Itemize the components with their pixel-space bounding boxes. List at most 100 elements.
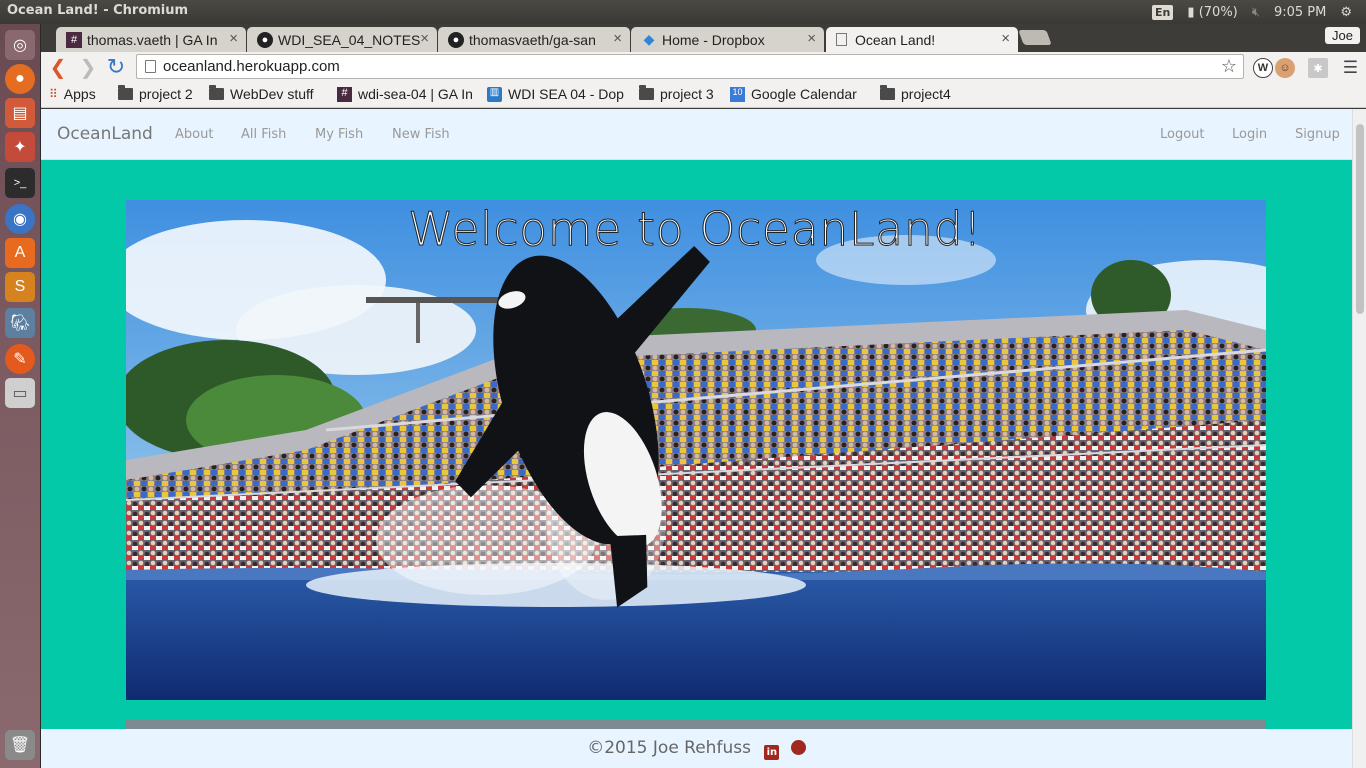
volume-icon[interactable]: 🔇︎ — [1252, 5, 1260, 20]
site-brand[interactable]: OceanLand — [57, 124, 153, 144]
forward-button[interactable]: ❯ — [75, 54, 101, 80]
close-icon[interactable]: × — [613, 30, 622, 47]
unity-launcher: ◎ ● ▤ ✦ >_ ◉ A S 🐘︎ ✎ ▭ 🗑︎ — [0, 24, 41, 768]
apps-icon: ⠿ — [49, 87, 58, 101]
postgres-icon[interactable]: 🐘︎ — [5, 308, 35, 338]
drive-icon[interactable]: ▭ — [5, 378, 35, 408]
tab-label: WDI_SEA_04_NOTES — [278, 31, 421, 48]
nav-all-fish[interactable]: All Fish — [241, 127, 286, 142]
tab-github-notes[interactable]: ● WDI_SEA_04_NOTES × — [247, 27, 437, 52]
gear-icon[interactable]: ⚙ — [1340, 5, 1352, 20]
chromium-icon[interactable]: ◉ — [5, 204, 35, 234]
tab-github-ga[interactable]: ● thomasvaeth/ga-san × — [438, 27, 630, 52]
folder-icon — [209, 85, 224, 100]
bookmark-label: project 2 — [139, 86, 193, 102]
nav-logout[interactable]: Logout — [1160, 127, 1205, 142]
page-scrollbar[interactable] — [1352, 109, 1366, 768]
footer-copyright: ©2015 Joe Rehfuss — [587, 738, 751, 758]
bookmark-project-3[interactable]: project 3 — [639, 85, 714, 102]
calendar-icon: 10 — [730, 86, 745, 102]
hero-title-text: Welcome to OceanLand! — [407, 202, 983, 257]
wordpress-extension-icon[interactable]: W — [1253, 58, 1273, 78]
bookmark-label: Apps — [63, 86, 96, 102]
bookmark-wdi-trello[interactable]: ▥ WDI SEA 04 - Dop — [487, 86, 624, 102]
keyboard-layout-indicator[interactable]: En — [1152, 4, 1174, 20]
web-page: OceanLand About All Fish My Fish New Fis… — [41, 109, 1366, 768]
battery-indicator[interactable]: ▮ (70%) — [1187, 5, 1237, 20]
nav-login[interactable]: Login — [1232, 127, 1267, 142]
trello-icon: ▥ — [487, 86, 502, 102]
bookmark-label: Google Calendar — [751, 86, 857, 102]
bookmark-apps[interactable]: ⠿ Apps — [49, 86, 96, 102]
page-icon — [145, 60, 156, 73]
close-icon[interactable]: × — [229, 30, 238, 47]
avatar-extension-icon[interactable]: ☺ — [1275, 58, 1295, 78]
tab-label: Ocean Land! — [855, 31, 936, 48]
close-icon[interactable]: × — [807, 30, 816, 47]
bookmark-label: project4 — [901, 86, 951, 102]
close-icon[interactable]: × — [1001, 30, 1010, 47]
os-top-panel: Ocean Land! - Chromium En ▮ (70%) 🔇︎ 9:0… — [0, 0, 1366, 24]
github-icon: ● — [448, 31, 464, 48]
bookmark-webdev-stuff[interactable]: WebDev stuff — [209, 85, 314, 102]
new-tab-button[interactable] — [1018, 30, 1052, 45]
terminal-icon[interactable]: >_ — [5, 168, 35, 198]
bookmark-project4[interactable]: project4 — [880, 85, 951, 102]
hero-title: Welcome to OceanLand! — [126, 200, 1266, 257]
menu-icon[interactable]: ☰ — [1343, 58, 1358, 78]
browser-toolbar: ❮ ❯ ↻ oceanland.herokuapp.com ☆ W ☺ ✱ ☰ — [41, 52, 1366, 82]
folder-icon — [880, 85, 895, 100]
profile-button[interactable]: Joe — [1325, 27, 1360, 44]
bookmark-star-icon[interactable]: ☆ — [1221, 55, 1237, 78]
dash-icon[interactable]: ◎ — [5, 30, 35, 60]
clock[interactable]: 9:05 PM — [1274, 5, 1326, 20]
scrollbar-thumb[interactable] — [1356, 124, 1364, 314]
nav-my-fish[interactable]: My Fish — [315, 127, 363, 142]
folder-icon — [639, 85, 654, 100]
tab-label: Home - Dropbox — [662, 31, 765, 48]
dropbox-icon: ◆ — [643, 31, 655, 47]
bookmark-label: WebDev stuff — [230, 86, 314, 102]
linkedin-icon[interactable]: in — [764, 745, 780, 760]
battery-text: (70%) — [1198, 4, 1238, 20]
orca-stadium-photo — [126, 200, 1266, 700]
hero-image: Welcome to OceanLand! — [126, 200, 1266, 700]
tab-dropbox[interactable]: ◆ Home - Dropbox × — [631, 27, 824, 52]
tab-strip: # thomas.vaeth | GA In × ● WDI_SEA_04_NO… — [41, 24, 1366, 52]
tools-icon[interactable]: ✎ — [5, 344, 35, 374]
sublime-icon[interactable]: S — [5, 272, 35, 302]
battery-icon: ▮ — [1187, 4, 1195, 20]
site-footer: ©2015 Joe Rehfuss in — [41, 729, 1352, 768]
bookmark-label: project 3 — [660, 86, 714, 102]
bookmark-label: WDI SEA 04 - Dop — [508, 86, 624, 102]
trash-icon[interactable]: 🗑︎ — [5, 730, 35, 760]
page-icon — [836, 33, 847, 46]
slack-icon: # — [337, 86, 352, 102]
firefox-icon[interactable]: ● — [5, 64, 35, 94]
close-icon[interactable]: × — [420, 30, 429, 47]
back-button[interactable]: ❮ — [45, 54, 71, 80]
tab-label: thomasvaeth/ga-san — [469, 31, 596, 48]
nav-about[interactable]: About — [175, 127, 213, 142]
folder-icon — [118, 85, 133, 100]
address-bar[interactable]: oceanland.herokuapp.com ☆ — [136, 54, 1244, 79]
bookmark-label: wdi-sea-04 | GA In — [358, 86, 473, 102]
extension-icon[interactable]: ✱ — [1308, 58, 1328, 78]
bookmark-project-2[interactable]: project 2 — [118, 85, 193, 102]
url-text: oceanland.herokuapp.com — [163, 58, 340, 75]
window-title: Ocean Land! - Chromium — [7, 3, 189, 18]
reload-button[interactable]: ↻ — [103, 54, 129, 80]
settings-icon[interactable]: ✦ — [5, 132, 35, 162]
software-center-icon[interactable]: A — [5, 238, 35, 268]
tab-slack[interactable]: # thomas.vaeth | GA In × — [56, 27, 246, 52]
nav-signup[interactable]: Signup — [1295, 127, 1340, 142]
bookmark-google-calendar[interactable]: 10 Google Calendar — [730, 86, 857, 102]
files-icon[interactable]: ▤ — [5, 98, 35, 128]
tab-ocean-land[interactable]: Ocean Land! × — [826, 27, 1018, 52]
slack-icon: # — [66, 31, 82, 48]
nav-new-fish[interactable]: New Fish — [392, 127, 450, 142]
browser-window: # thomas.vaeth | GA In × ● WDI_SEA_04_NO… — [41, 24, 1366, 768]
os-indicators: En ▮ (70%) 🔇︎ 9:05 PM ⚙ — [1152, 0, 1366, 24]
github-icon[interactable] — [790, 740, 806, 755]
bookmark-wdi-sea-slack[interactable]: # wdi-sea-04 | GA In — [337, 86, 473, 102]
